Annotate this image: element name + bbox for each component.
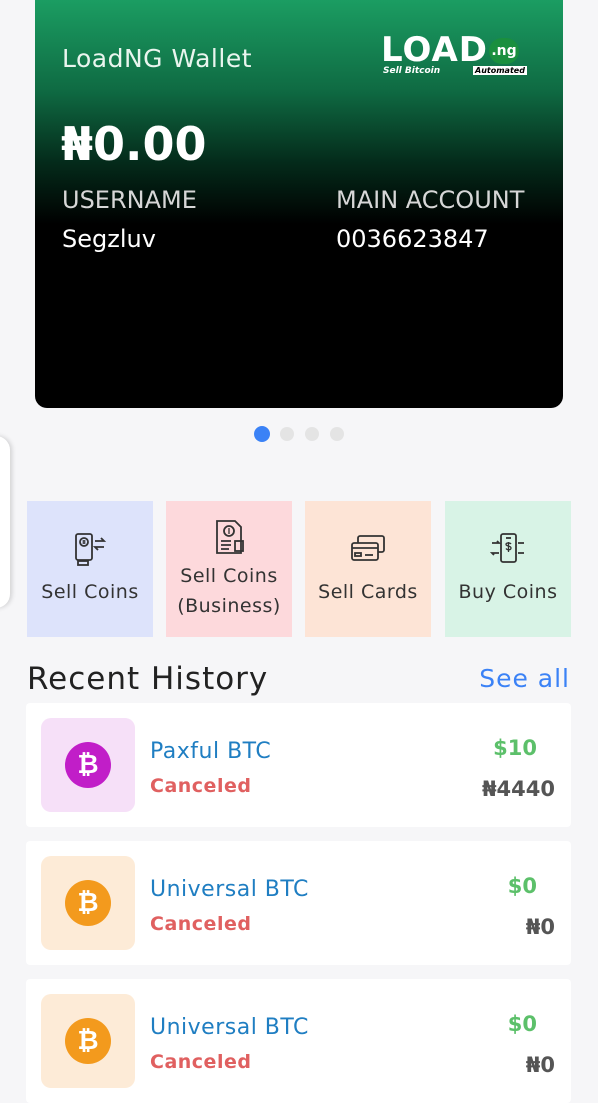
bitcoin-icon: ₿ bbox=[65, 742, 111, 788]
history-item-name: Universal BTC bbox=[150, 1015, 309, 1040]
mobile-payment-icon bbox=[489, 531, 526, 567]
logo-text: LOAD bbox=[381, 30, 488, 70]
see-all-link[interactable]: See all bbox=[479, 664, 570, 693]
history-thumbnail: ₿ bbox=[41, 856, 135, 950]
wallet-title: LoadNG Wallet bbox=[62, 44, 253, 73]
sell-cards-button[interactable]: Sell Cards bbox=[305, 501, 431, 637]
brand-logo: LOAD .ng Sell Bitcoin Automated bbox=[381, 30, 527, 78]
wallet-card: LoadNG Wallet LOAD .ng Sell Bitcoin Auto… bbox=[35, 0, 563, 408]
history-item-status: Canceled bbox=[150, 1051, 252, 1073]
history-item-status: Canceled bbox=[150, 775, 252, 797]
history-item[interactable]: ₿ Universal BTC Canceled $0 ₦0 bbox=[26, 979, 571, 1103]
exchange-phone-icon bbox=[72, 531, 108, 567]
history-item[interactable]: ₿ Universal BTC Canceled $0 ₦0 bbox=[26, 841, 571, 965]
history-thumbnail: ₿ bbox=[41, 994, 135, 1088]
main-account-label: MAIN ACCOUNT bbox=[336, 186, 525, 214]
history-item-usd: $0 bbox=[507, 1012, 537, 1036]
sell-coins-button[interactable]: Sell Coins bbox=[27, 501, 153, 637]
history-item-ngn: ₦0 bbox=[525, 915, 555, 939]
username-value: Segzluv bbox=[62, 225, 156, 253]
action-label: Sell Cards bbox=[318, 581, 418, 603]
history-item-status: Canceled bbox=[150, 913, 252, 935]
carousel-dot[interactable] bbox=[254, 426, 270, 442]
history-item-usd: $0 bbox=[507, 874, 537, 898]
logo-badge: Automated bbox=[473, 66, 527, 75]
recent-history-title: Recent History bbox=[27, 661, 269, 697]
history-item-ngn: ₦4440 bbox=[481, 777, 555, 801]
carousel-dot[interactable] bbox=[280, 427, 294, 441]
logo-tagline: Sell Bitcoin bbox=[383, 66, 441, 76]
action-label: Buy Coins bbox=[458, 581, 558, 603]
wallet-balance: ₦0.00 bbox=[61, 117, 207, 171]
invoice-icon bbox=[211, 519, 247, 555]
username-label: USERNAME bbox=[62, 186, 197, 214]
history-item-usd: $10 bbox=[493, 736, 537, 760]
carousel-dot[interactable] bbox=[330, 427, 344, 441]
action-label: Sell Coins bbox=[41, 581, 139, 603]
action-label: Sell Coins (Business) bbox=[177, 565, 281, 617]
history-item-name: Universal BTC bbox=[150, 877, 309, 902]
bitcoin-icon: ₿ bbox=[65, 1018, 111, 1064]
buy-coins-button[interactable]: Buy Coins bbox=[445, 501, 571, 637]
credit-cards-icon bbox=[350, 531, 386, 567]
history-item-name: Paxful BTC bbox=[150, 739, 272, 764]
bitcoin-icon: ₿ bbox=[65, 880, 111, 926]
history-thumbnail: ₿ bbox=[41, 718, 135, 812]
sell-coins-business-button[interactable]: Sell Coins (Business) bbox=[166, 501, 292, 637]
history-item[interactable]: ₿ Paxful BTC Canceled $10 ₦4440 bbox=[26, 703, 571, 827]
logo-suffix: .ng bbox=[489, 38, 519, 64]
history-item-ngn: ₦0 bbox=[525, 1053, 555, 1077]
side-drawer-handle[interactable] bbox=[0, 436, 10, 608]
main-account-value: 0036623847 bbox=[336, 225, 489, 253]
carousel-dot[interactable] bbox=[305, 427, 319, 441]
